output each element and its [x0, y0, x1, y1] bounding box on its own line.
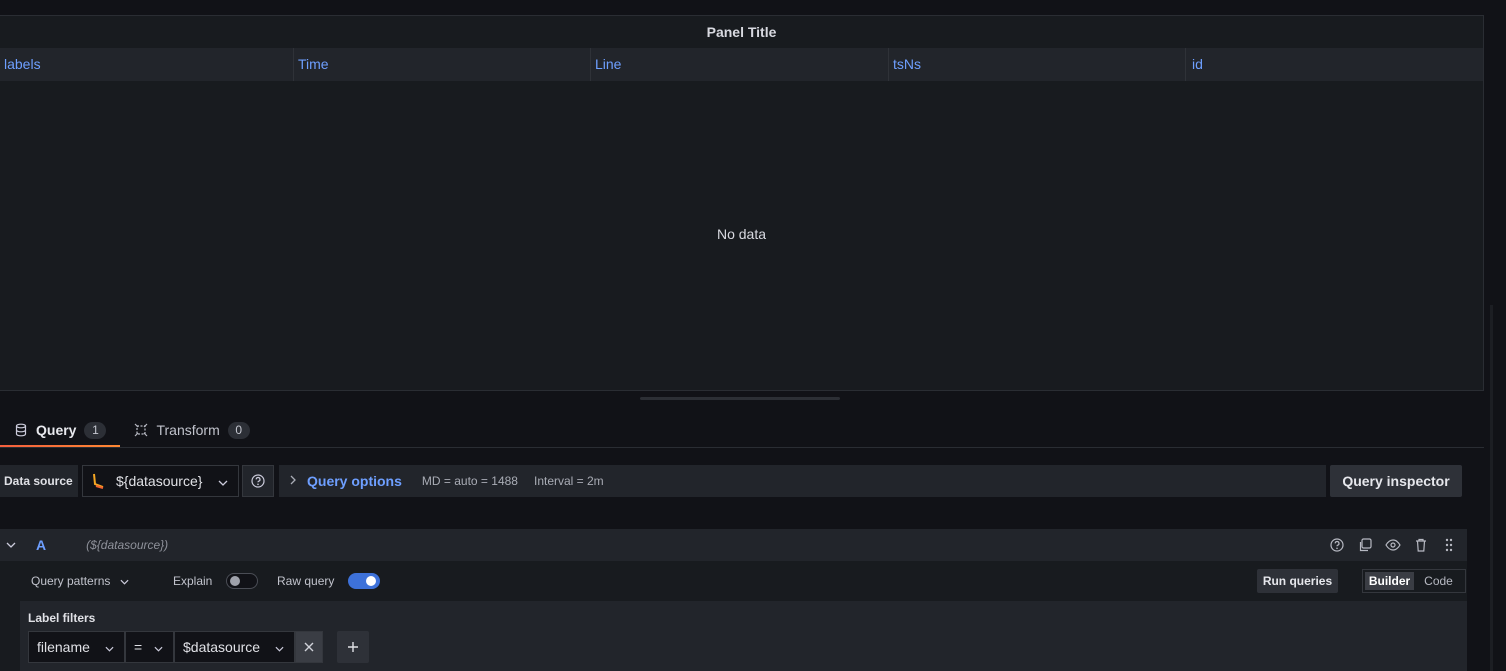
column-header-labels[interactable]: labels: [0, 48, 294, 81]
chevron-down-icon: [154, 639, 163, 655]
label-name-select[interactable]: filename: [28, 631, 125, 663]
interval-info: Interval = 2m: [533, 474, 604, 488]
chevron-down-icon: [275, 639, 284, 655]
tab-query-label: Query: [36, 422, 77, 438]
label-name-value: filename: [37, 639, 90, 655]
transform-icon: [134, 423, 148, 437]
tab-transform-label: Transform: [156, 422, 220, 438]
column-header-id[interactable]: id: [1186, 48, 1483, 81]
scrollbar-track[interactable]: [1490, 305, 1493, 671]
chevron-down-icon: [218, 473, 228, 489]
datasource-help-button[interactable]: [242, 465, 274, 497]
label-filters-title: Label filters: [28, 611, 96, 625]
chevron-down-icon: [120, 574, 129, 588]
panel-title[interactable]: Panel Title: [0, 16, 1483, 48]
tabs-divider: [0, 447, 1484, 448]
query-inspector-button[interactable]: Query inspector: [1330, 465, 1462, 497]
remove-filter-button[interactable]: [295, 631, 323, 663]
query-actions: [1329, 529, 1457, 561]
run-queries-button[interactable]: Run queries: [1257, 569, 1338, 593]
code-mode-button[interactable]: Code: [1414, 572, 1463, 590]
operator-value: =: [134, 639, 143, 655]
query-count-badge: 1: [84, 421, 107, 439]
operator-select[interactable]: =: [125, 631, 174, 663]
editor-mode-switch: Builder Code: [1362, 569, 1466, 593]
raw-query-label: Raw query: [277, 574, 335, 588]
explain-label: Explain: [173, 574, 213, 588]
trash-icon[interactable]: [1413, 537, 1429, 553]
column-header-tsns[interactable]: tsNs: [889, 48, 1186, 81]
datasource-selected: ${datasource}: [116, 473, 203, 489]
label-filters-section: Label filters filename = $datasource: [20, 601, 1467, 671]
explain-switch-group: Explain: [173, 567, 259, 595]
editor-tabs: Query 1 Transform 0: [0, 412, 264, 448]
drag-handle-icon[interactable]: [1441, 537, 1457, 553]
panel-resize-handle[interactable]: [640, 397, 840, 400]
query-toolbar: Query patterns Explain Raw query Run que…: [0, 567, 1467, 595]
tab-transform[interactable]: Transform 0: [120, 412, 263, 448]
query-patterns-dropdown[interactable]: Query patterns: [31, 567, 129, 595]
raw-query-switch-group: Raw query: [277, 567, 381, 595]
add-filter-button[interactable]: [337, 631, 369, 663]
collapse-chevron-icon[interactable]: [6, 542, 20, 548]
visualization-panel: Panel Title labels Time Line tsNs id No …: [0, 15, 1484, 391]
label-value-text: $datasource: [183, 639, 261, 655]
chevron-down-icon: [105, 639, 114, 655]
eye-icon[interactable]: [1385, 537, 1401, 553]
help-icon[interactable]: [1329, 537, 1345, 553]
query-editor-row: A (${datasource}) Query patterns Explain…: [0, 529, 1467, 671]
query-header: A (${datasource}): [0, 529, 1467, 561]
builder-mode-button[interactable]: Builder: [1365, 572, 1414, 590]
column-header-time[interactable]: Time: [294, 48, 591, 81]
help-circle-icon: [251, 474, 265, 488]
max-datapoints-info: MD = auto = 1488: [421, 474, 518, 488]
datasource-label: Data source: [0, 465, 78, 497]
raw-query-toggle[interactable]: [348, 573, 381, 589]
database-icon: [14, 423, 28, 437]
table-header: labels Time Line tsNs id: [0, 48, 1483, 81]
datasource-picker[interactable]: ${datasource}: [82, 465, 239, 497]
query-ref-id[interactable]: A: [36, 537, 46, 553]
duplicate-icon[interactable]: [1357, 537, 1373, 553]
loki-logo-icon: [92, 473, 106, 489]
transform-count-badge: 0: [227, 421, 250, 439]
label-value-select[interactable]: $datasource: [174, 631, 295, 663]
close-icon: [304, 642, 314, 652]
tab-query[interactable]: Query 1: [0, 412, 121, 448]
datasource-row: Data source ${datasource} Query options …: [0, 465, 1470, 497]
query-patterns-label: Query patterns: [31, 574, 111, 588]
query-datasource-hint: (${datasource}): [86, 538, 169, 552]
label-filter-row: filename = $datasource: [28, 631, 369, 663]
explain-toggle[interactable]: [226, 573, 259, 589]
chevron-right-icon: [290, 474, 296, 488]
query-options-label: Query options: [307, 473, 402, 489]
column-header-line[interactable]: Line: [591, 48, 889, 81]
query-options-toggle[interactable]: Query options MD = auto = 1488 Interval …: [279, 465, 1326, 497]
plus-icon: [347, 641, 359, 653]
no-data-message: No data: [716, 226, 767, 242]
